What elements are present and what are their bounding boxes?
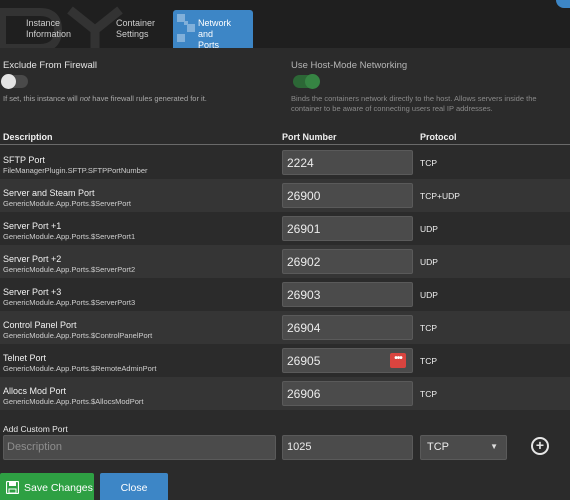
exclude-firewall-help: If set, this instance will not have fire… <box>3 94 207 104</box>
port-key: GenericModule.App.Ports.$RemoteAdminPort <box>3 364 157 373</box>
corner-indicator <box>556 0 570 8</box>
exclude-firewall-toggle[interactable] <box>1 74 28 89</box>
port-name: Control Panel Port <box>3 320 77 330</box>
table-row: Server and Steam Port GenericModule.App.… <box>0 179 570 212</box>
add-custom-port-label: Add Custom Port <box>3 424 68 434</box>
save-changes-button[interactable]: Save Changes <box>0 473 94 500</box>
close-button[interactable]: Close <box>100 473 168 500</box>
port-name: Server and Steam Port <box>3 188 95 198</box>
protocol-value: TCP <box>420 356 437 366</box>
help-emphasis: not <box>79 94 91 103</box>
table-row: Server Port +3 GenericModule.App.Ports.$… <box>0 278 570 311</box>
port-number-input[interactable]: 2224 <box>282 150 413 175</box>
tab-label-line1: Instance <box>26 18 61 28</box>
port-name: SFTP Port <box>3 155 45 165</box>
help-line2: container to be aware of connecting user… <box>291 103 493 113</box>
table-row: Server Port +1 GenericModule.App.Ports.$… <box>0 212 570 245</box>
protocol-value: TCP <box>420 323 437 333</box>
port-number-input[interactable]: 26902 <box>282 249 413 274</box>
protocol-value: UDP <box>420 224 438 234</box>
protocol-select-value: TCP <box>427 441 449 453</box>
protocol-value: UDP <box>420 257 438 267</box>
port-name: Allocs Mod Port <box>3 386 67 396</box>
help-suffix: have firewall rules generated for it. <box>90 94 207 103</box>
header-divider <box>0 144 570 145</box>
chevron-down-icon: ▼ <box>490 442 498 451</box>
plus-circle-icon[interactable]: + <box>531 437 549 455</box>
custom-port-number-input[interactable]: 1025 <box>282 435 413 460</box>
custom-port-description-input[interactable]: Description <box>3 435 276 460</box>
port-key: GenericModule.App.Ports.$ServerPort2 <box>3 265 136 274</box>
help-prefix: If set, this instance will <box>3 94 80 103</box>
table-row: SFTP Port FileManagerPlugin.SFTP.SFTPPor… <box>0 146 570 179</box>
port-number-input[interactable]: 26900 <box>282 183 413 208</box>
table-row: Control Panel Port GenericModule.App.Por… <box>0 311 570 344</box>
host-mode-help: Binds the containers network directly to… <box>291 94 537 113</box>
port-name: Server Port +1 <box>3 221 62 231</box>
more-dots-icon[interactable]: ••• <box>390 353 406 368</box>
tab-label-line2: Ports <box>198 40 220 50</box>
tab-label-line1: Network and <box>198 18 232 39</box>
save-button-label: Save Changes <box>24 482 93 494</box>
table-row: Server Port +2 GenericModule.App.Ports.$… <box>0 245 570 278</box>
table-row: Allocs Mod Port GenericModule.App.Ports.… <box>0 377 570 410</box>
tab-label-line1: Container <box>116 18 156 28</box>
port-key: GenericModule.App.Ports.$ServerPort1 <box>3 232 136 241</box>
network-pattern-icon <box>177 14 195 42</box>
tab-label-line2: Settings <box>116 29 149 39</box>
protocol-value: TCP <box>420 389 437 399</box>
tab-network-and-ports[interactable]: Network and Ports <box>173 10 253 50</box>
port-key: GenericModule.App.Ports.$AllocsModPort <box>3 397 144 406</box>
port-name: Server Port +3 <box>3 287 62 297</box>
port-number-input[interactable]: 26904 <box>282 315 413 340</box>
port-key: GenericModule.App.Ports.$ServerPort <box>3 199 131 208</box>
port-number-input[interactable]: 26901 <box>282 216 413 241</box>
column-header-port: Port Number <box>282 132 337 142</box>
protocol-value: UDP <box>420 290 438 300</box>
port-key: FileManagerPlugin.SFTP.SFTPPortNumber <box>3 166 148 175</box>
port-name: Telnet Port <box>3 353 47 363</box>
custom-port-protocol-select[interactable]: TCP ▼ <box>420 435 507 460</box>
host-mode-label: Use Host-Mode Networking <box>291 60 408 71</box>
protocol-value: TCP+UDP <box>420 191 460 201</box>
toggle-knob <box>1 74 16 89</box>
port-number-input[interactable]: 26903 <box>282 282 413 307</box>
tab-container-settings[interactable]: Container Settings <box>110 10 180 48</box>
port-name: Server Port +2 <box>3 254 62 264</box>
host-mode-toggle[interactable] <box>293 74 320 89</box>
exclude-firewall-label: Exclude From Firewall <box>3 60 97 71</box>
port-key: GenericModule.App.Ports.$ServerPort3 <box>3 298 136 307</box>
tab-label-line2: Information <box>26 29 72 39</box>
port-key: GenericModule.App.Ports.$ControlPanelPor… <box>3 331 153 340</box>
table-row: Telnet Port GenericModule.App.Ports.$Rem… <box>0 344 570 377</box>
tab-bar: Instance Information Container Settings … <box>0 0 570 50</box>
column-header-protocol: Protocol <box>420 132 457 142</box>
tab-instance-information[interactable]: Instance Information <box>20 10 100 48</box>
column-header-description: Description <box>3 132 53 142</box>
port-number-input[interactable]: 26906 <box>282 381 413 406</box>
protocol-value: TCP <box>420 158 437 168</box>
help-line1: Binds the containers network directly to… <box>291 94 537 103</box>
toggle-knob <box>305 74 320 89</box>
floppy-disk-icon <box>6 481 19 494</box>
